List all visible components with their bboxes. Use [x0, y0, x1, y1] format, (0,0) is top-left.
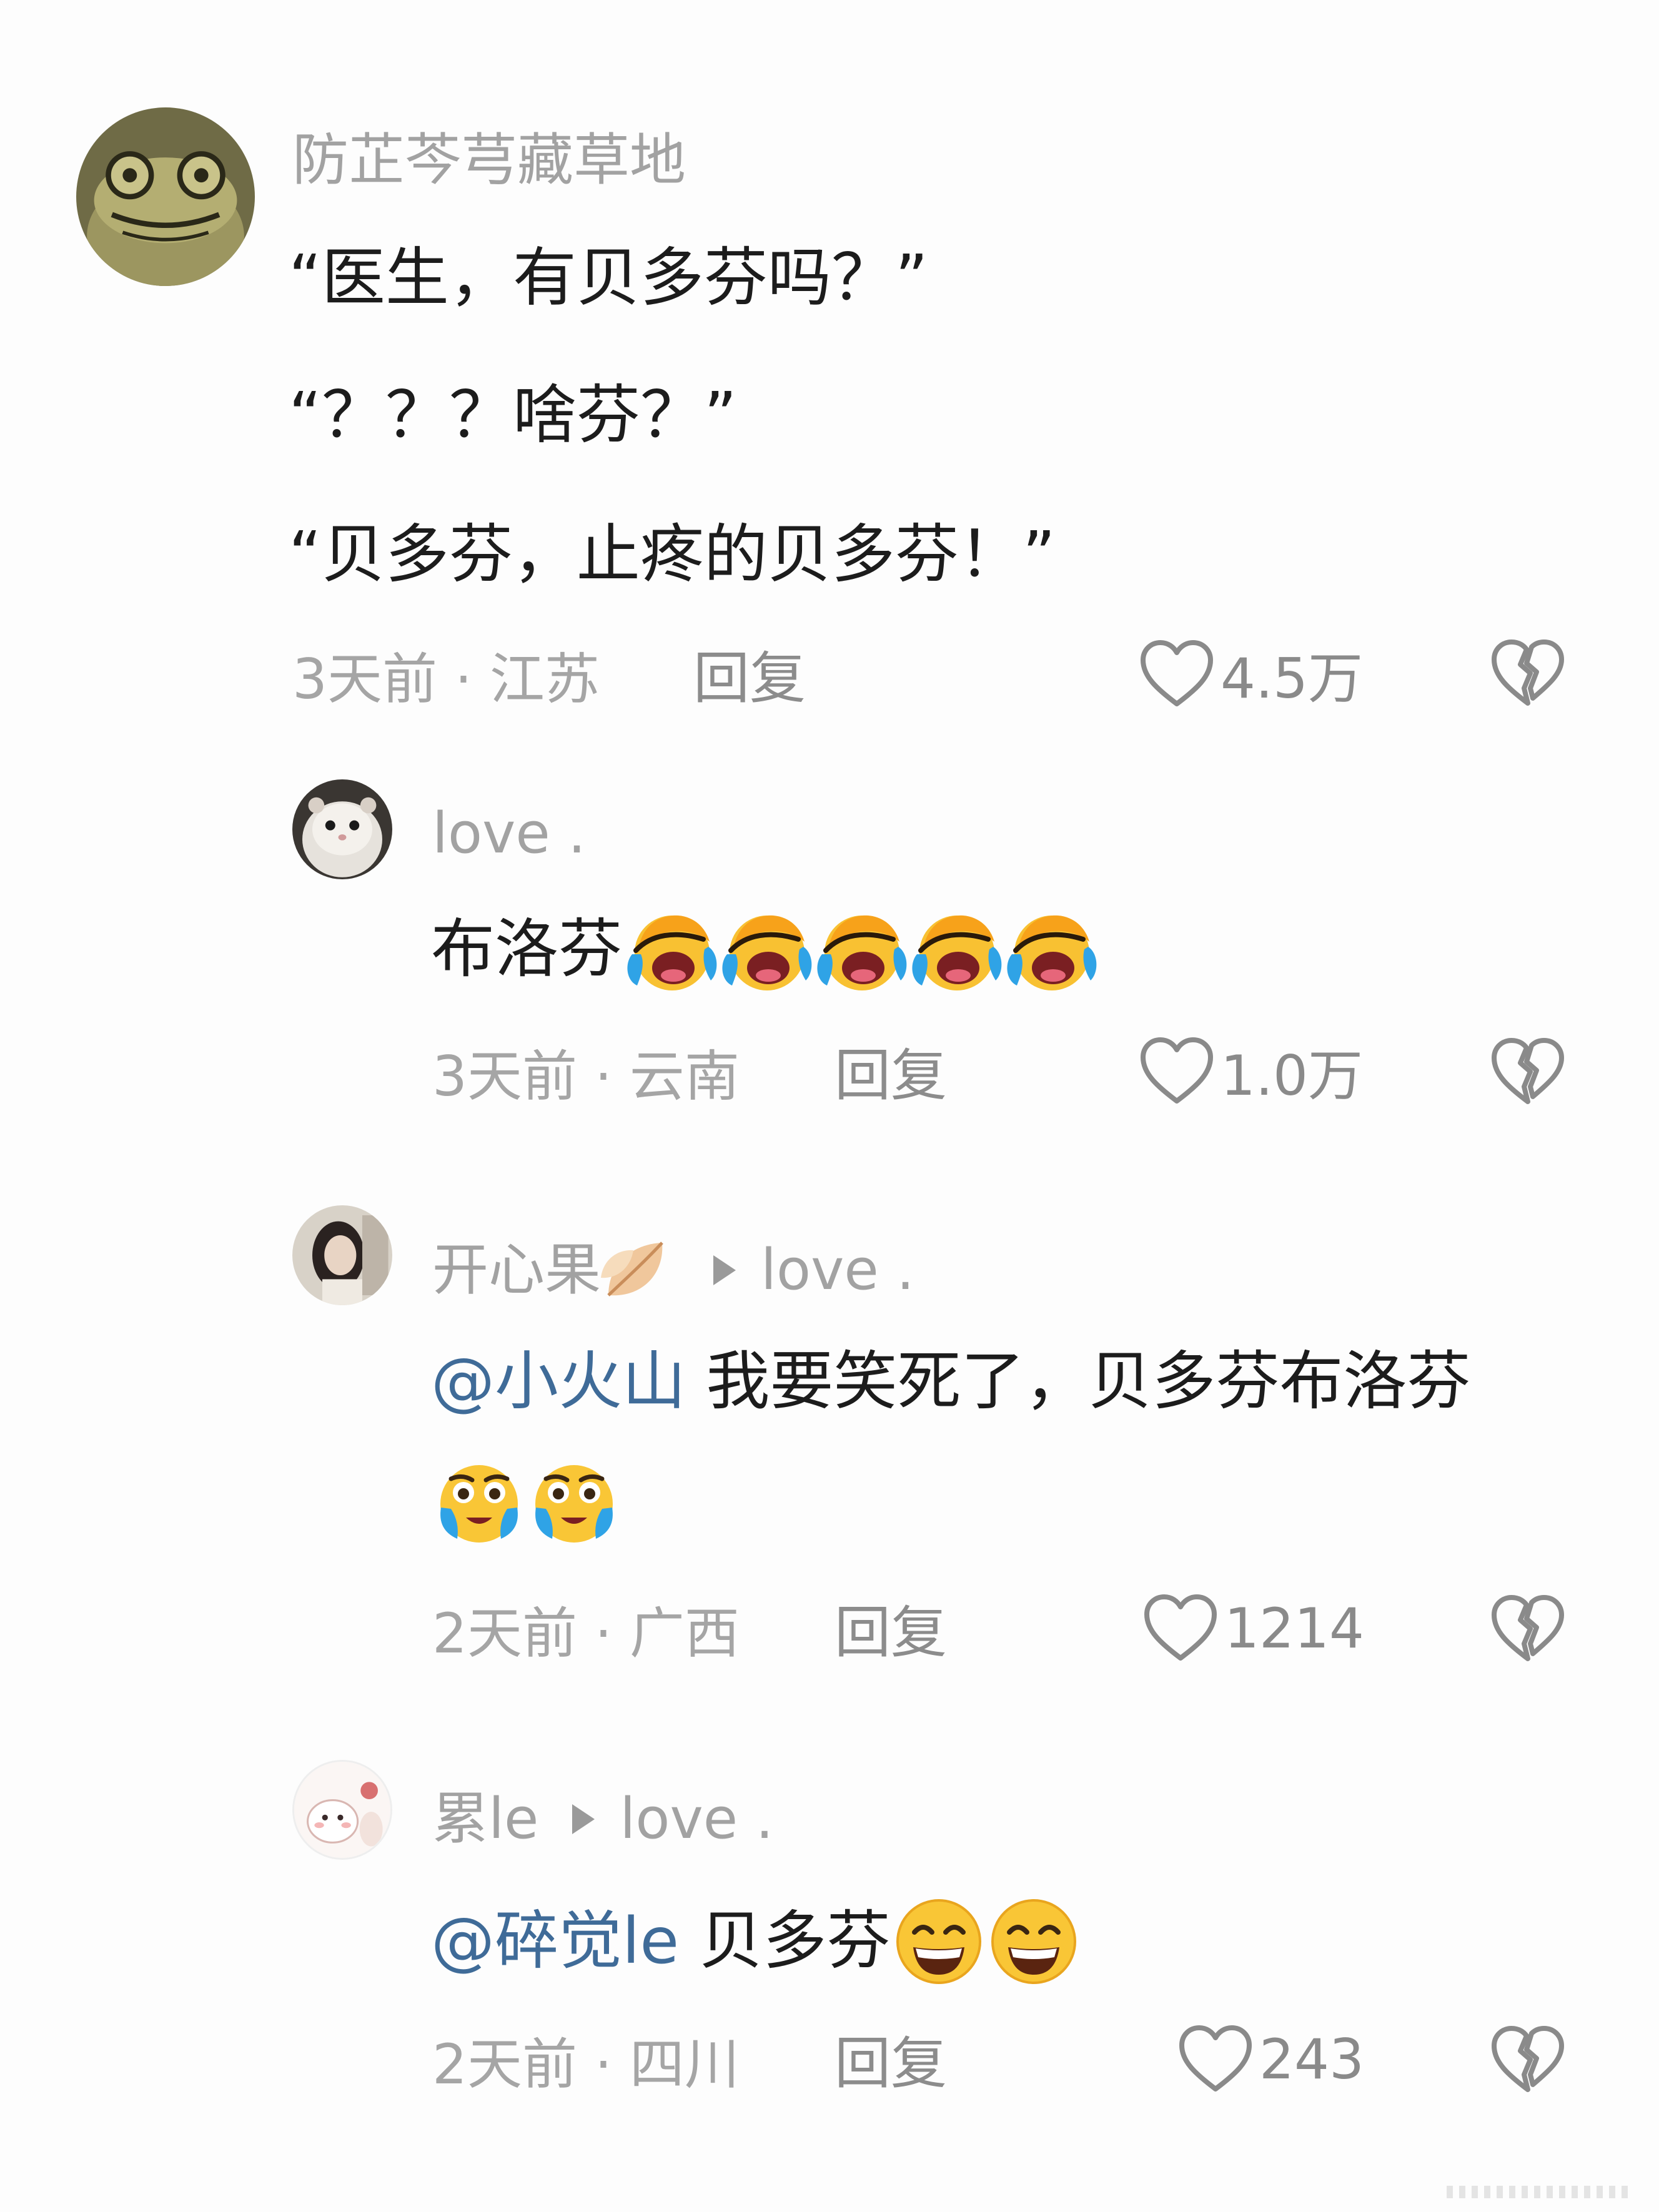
emoji-row — [431, 1455, 621, 1549]
hamster-avatar-icon — [292, 779, 392, 879]
cartoon-avatar-icon — [294, 1762, 390, 1858]
like-count: 4.5万 — [1221, 646, 1363, 711]
reply-button[interactable]: 回复 — [834, 2036, 947, 2092]
grinning-emoji — [987, 1895, 1081, 1988]
broken-heart-icon — [1489, 2022, 1567, 2096]
reply-arrow-icon — [713, 1255, 736, 1285]
heart-outline-icon — [1138, 1036, 1216, 1106]
like-count: 1214 — [1224, 1596, 1364, 1661]
reply-to-user[interactable]: love . — [620, 1791, 773, 1847]
teary-smile-emoji — [432, 1455, 526, 1549]
broken-heart-icon — [1489, 636, 1567, 709]
like-button[interactable]: 243 — [1177, 2018, 1364, 2100]
broken-heart-icon — [1489, 1034, 1567, 1108]
time-location: 3天前 · 江苏 — [292, 647, 600, 711]
frog-avatar-icon — [76, 107, 255, 286]
time-location: 2天前 · 广西 — [432, 1601, 740, 1666]
username-text: 开心果 — [432, 1237, 601, 1303]
mention-link[interactable]: @碎觉le — [431, 1910, 679, 1973]
comment-line: “？？？啥芬？” — [289, 378, 737, 453]
comment-text: @碎觉le 贝多芬 — [431, 1895, 1081, 1988]
username[interactable]: love . — [432, 806, 586, 862]
heart-outline-icon — [1142, 1593, 1219, 1663]
reply-button[interactable]: 回复 — [834, 1605, 947, 1661]
reply-button[interactable]: 回复 — [693, 651, 806, 707]
like-button[interactable]: 1.0万 — [1138, 1030, 1363, 1112]
like-count: 1.0万 — [1221, 1043, 1363, 1108]
comment-text: 布洛芬 — [431, 903, 1097, 997]
comment-body: 我要笑死了，贝多芬布洛芬 — [686, 1345, 1471, 1419]
comment-body: 布洛芬 — [431, 912, 622, 987]
comment-line: “医生，有贝多芬吗？” — [289, 241, 928, 315]
comment-line: “贝多芬，止疼的贝多芬！” — [289, 518, 1056, 592]
username[interactable]: 累le love . — [432, 1791, 773, 1847]
like-button[interactable]: 1214 — [1142, 1587, 1364, 1669]
avatar[interactable] — [76, 107, 255, 286]
time-location: 2天前 · 四川 — [432, 2032, 740, 2096]
avatar[interactable] — [292, 1205, 392, 1305]
comment-text: @小火山 我要笑死了，贝多芬布洛芬 — [431, 1350, 1470, 1414]
laughing-crying-emoji — [623, 903, 717, 997]
username[interactable]: 开心果 love . — [432, 1233, 914, 1308]
username-text: 累le — [432, 1786, 539, 1852]
like-count: 243 — [1259, 2027, 1364, 2091]
broken-heart-icon — [1489, 1591, 1567, 1665]
avatar[interactable] — [292, 779, 392, 879]
laughing-crying-emoji — [1003, 903, 1097, 997]
avatar[interactable] — [292, 1760, 392, 1860]
dislike-button[interactable] — [1489, 1591, 1567, 1665]
mention-link[interactable]: @小火山 — [431, 1345, 686, 1419]
reply-arrow-icon — [572, 1804, 595, 1834]
dislike-button[interactable] — [1489, 1034, 1567, 1108]
laughing-crying-emoji — [908, 903, 1002, 997]
heart-outline-icon — [1138, 639, 1216, 709]
time-location: 3天前 · 云南 — [432, 1044, 740, 1108]
grinning-emoji — [892, 1895, 986, 1988]
dislike-button[interactable] — [1489, 636, 1567, 709]
teary-smile-emoji — [527, 1455, 621, 1549]
like-button[interactable]: 4.5万 — [1138, 633, 1363, 714]
leaf-icon — [597, 1233, 678, 1308]
laughing-crying-emoji — [718, 903, 812, 997]
heart-outline-icon — [1177, 2024, 1254, 2094]
girl-avatar-icon — [292, 1205, 392, 1305]
reply-button[interactable]: 回复 — [834, 1048, 947, 1104]
watermark — [1447, 2183, 1634, 2201]
comment-body: 贝多芬 — [679, 1904, 891, 1978]
dislike-button[interactable] — [1489, 2022, 1567, 2096]
laughing-crying-emoji — [813, 903, 907, 997]
username[interactable]: 防芷芩芎藏草地 — [292, 132, 686, 189]
reply-to-user[interactable]: love . — [761, 1242, 914, 1298]
